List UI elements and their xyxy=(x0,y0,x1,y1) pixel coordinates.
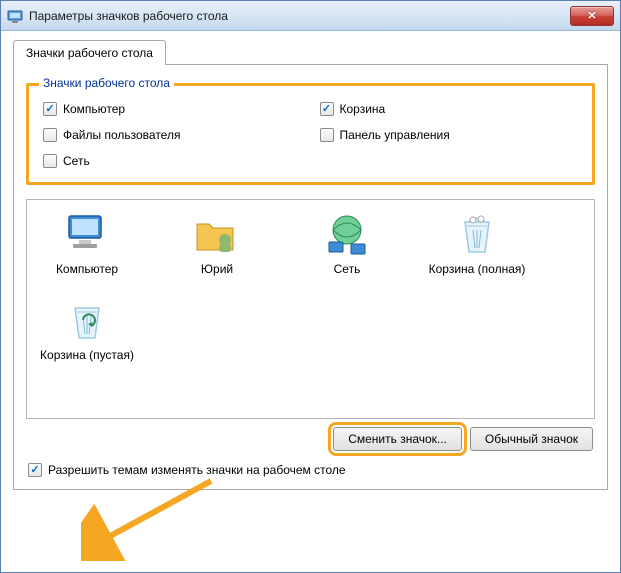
change-icon-button[interactable]: Сменить значок... xyxy=(333,427,462,451)
checkbox-network[interactable]: Сеть xyxy=(43,154,302,168)
checkbox-label: Файлы пользователя xyxy=(63,128,180,142)
checkbox-icon xyxy=(43,154,57,168)
checkbox-label: Корзина xyxy=(340,102,386,116)
tab-strip: Значки рабочего стола xyxy=(13,39,608,65)
icon-item-network[interactable]: Сеть xyxy=(297,210,397,276)
groupbox-desktop-icons: Значки рабочего стола Компьютер Корзина … xyxy=(26,83,595,185)
icon-label: Компьютер xyxy=(56,262,118,276)
tab-panel: Значки рабочего стола Компьютер Корзина … xyxy=(13,65,608,490)
tab-desktop-icons[interactable]: Значки рабочего стола xyxy=(13,40,166,65)
icon-item-recyclebin-empty[interactable]: Корзина (пустая) xyxy=(37,296,137,362)
icon-label: Сеть xyxy=(334,262,361,276)
checkbox-controlpanel[interactable]: Панель управления xyxy=(320,128,579,142)
checkbox-grid: Компьютер Корзина Файлы пользователя Пан… xyxy=(43,102,578,168)
recyclebin-empty-icon xyxy=(63,296,111,344)
window-title: Параметры значков рабочего стола xyxy=(29,9,570,23)
close-button[interactable]: ✕ xyxy=(570,6,614,26)
button-label: Обычный значок xyxy=(485,432,578,446)
icon-item-user[interactable]: Юрий xyxy=(167,210,267,276)
content-area: Значки рабочего стола Значки рабочего ст… xyxy=(1,31,620,498)
computer-icon xyxy=(63,210,111,258)
close-icon: ✕ xyxy=(587,9,596,22)
checkbox-label: Разрешить темам изменять значки на рабоч… xyxy=(48,463,346,477)
checkbox-label: Панель управления xyxy=(340,128,450,142)
icon-preview-area: Компьютер Юрий Сеть xyxy=(26,199,595,419)
restore-default-button[interactable]: Обычный значок xyxy=(470,427,593,451)
checkbox-label: Компьютер xyxy=(63,102,125,116)
checkbox-recyclebin[interactable]: Корзина xyxy=(320,102,579,116)
checkbox-userfiles[interactable]: Файлы пользователя xyxy=(43,128,302,142)
icon-item-recyclebin-full[interactable]: Корзина (полная) xyxy=(427,210,527,276)
checkbox-icon xyxy=(43,102,57,116)
button-row: Сменить значок... Обычный значок xyxy=(26,427,595,451)
user-folder-icon xyxy=(193,210,241,258)
icon-label: Корзина (полная) xyxy=(429,262,526,276)
checkbox-icon xyxy=(28,463,42,477)
app-icon xyxy=(7,8,23,24)
icon-item-computer[interactable]: Компьютер xyxy=(37,210,137,276)
checkbox-label: Сеть xyxy=(63,154,90,168)
checkbox-icon xyxy=(43,128,57,142)
titlebar: Параметры значков рабочего стола ✕ xyxy=(1,1,620,31)
icon-label: Юрий xyxy=(201,262,233,276)
network-icon xyxy=(323,210,371,258)
groupbox-legend: Значки рабочего стола xyxy=(39,76,174,90)
dialog-window: Параметры значков рабочего стола ✕ Значк… xyxy=(0,0,621,573)
tab-label: Значки рабочего стола xyxy=(26,46,153,60)
checkbox-icon xyxy=(320,102,334,116)
checkbox-computer[interactable]: Компьютер xyxy=(43,102,302,116)
checkbox-allow-themes[interactable]: Разрешить темам изменять значки на рабоч… xyxy=(28,463,595,477)
icon-label: Корзина (пустая) xyxy=(40,348,134,362)
checkbox-icon xyxy=(320,128,334,142)
button-label: Сменить значок... xyxy=(348,432,447,446)
recyclebin-full-icon xyxy=(453,210,501,258)
